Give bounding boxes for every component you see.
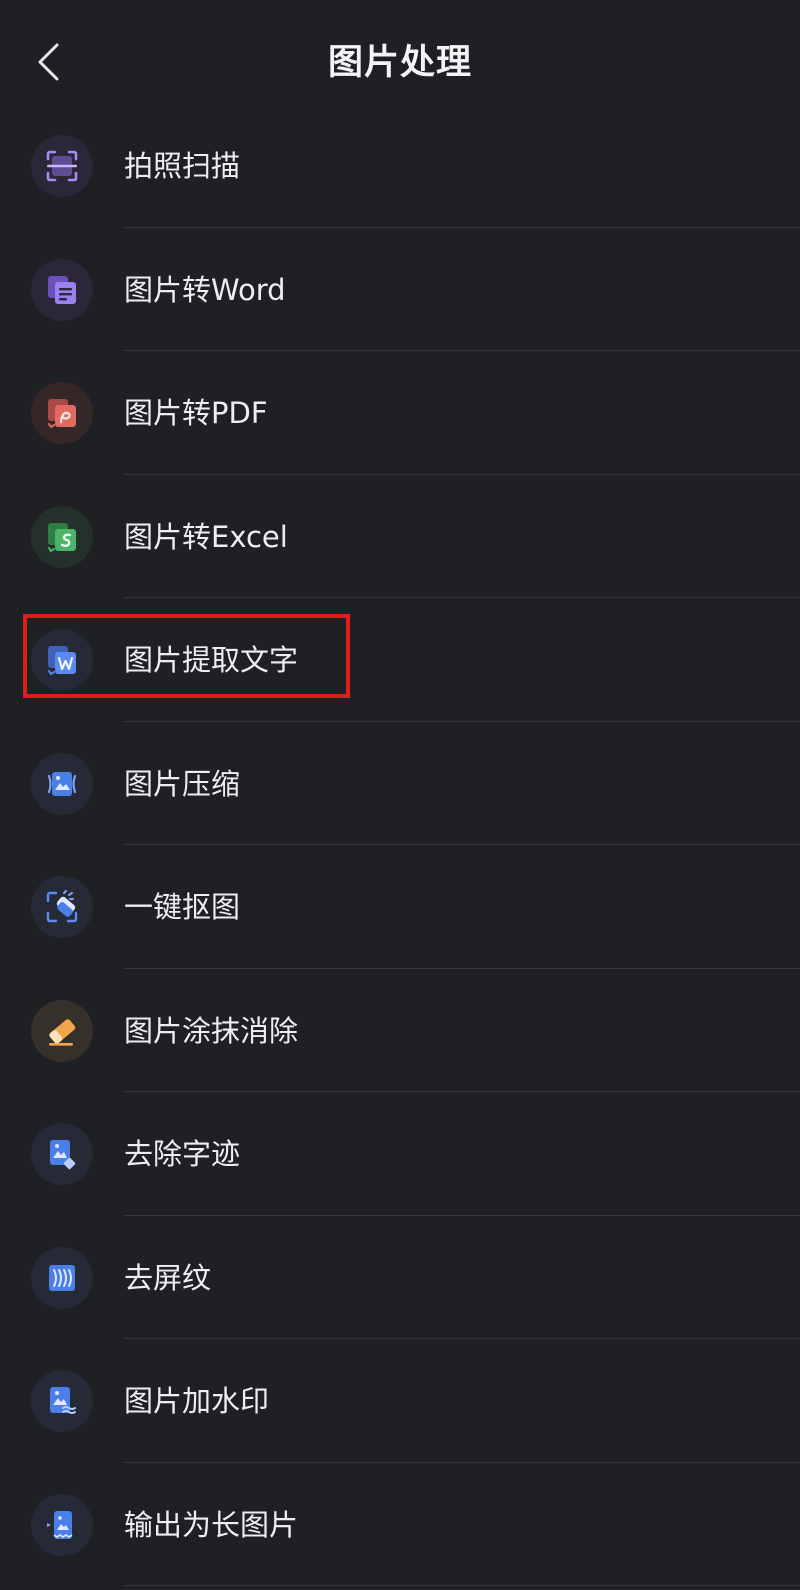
list-item-remove-moire[interactable]: 去屏纹 [0,1216,800,1339]
eraser-icon [45,1014,79,1048]
watermark-icon [45,1384,79,1418]
image-to-pdf-icon [45,396,79,430]
icon-badge [31,135,93,197]
remove-moire-icon [45,1261,79,1295]
cutout-icon [45,890,79,924]
image-to-word-icon [45,273,79,307]
list-item-label: 图片涂抹消除 [124,1013,299,1048]
list-item-label: 图片加水印 [124,1384,270,1418]
icon-badge [31,1123,93,1185]
icon-badge [31,505,93,568]
list-item-extract-text[interactable]: 图片提取文字 [0,598,800,722]
icon-badge [31,1493,93,1556]
icon-badge [31,876,93,938]
tool-list: 拍照扫描 图片转Word 图片转PDF 图片转Excel 图片提取文字 图片压缩… [0,104,800,1586]
list-item-compress-image[interactable]: 图片压缩 [0,722,800,845]
list-item-long-image[interactable]: 输出为长图片 [0,1463,800,1586]
page-title: 图片处理 [327,43,472,83]
list-item-scan[interactable]: 拍照扫描 [0,104,800,228]
icon-badge [31,1370,93,1432]
list-item-cutout[interactable]: 一键抠图 [0,845,800,969]
list-item-eraser[interactable]: 图片涂抹消除 [0,969,800,1092]
icon-badge [31,1246,93,1309]
list-item-label: 输出为长图片 [124,1507,299,1542]
long-image-icon [45,1508,79,1542]
icon-badge [31,629,93,691]
list-item-label: 图片转Excel [124,519,288,554]
scan-icon [45,149,79,183]
list-item-label: 一键抠图 [124,890,241,924]
list-item-image-to-pdf[interactable]: 图片转PDF [0,351,800,475]
image-to-excel-icon [45,520,79,554]
icon-badge [31,258,93,321]
list-item-label: 去除字迹 [124,1137,241,1171]
list-item-label: 图片提取文字 [124,643,299,677]
list-item-label: 图片转Word [124,272,286,307]
remove-handwriting-icon [45,1137,79,1171]
list-item-image-to-word[interactable]: 图片转Word [0,228,800,351]
icon-badge [31,382,93,444]
extract-text-icon [45,643,79,677]
compress-image-icon [45,767,79,801]
list-item-label: 拍照扫描 [124,149,241,183]
list-item-remove-handwriting[interactable]: 去除字迹 [0,1092,800,1216]
icon-badge [31,999,93,1062]
list-item-label: 图片转PDF [124,396,268,430]
icon-badge [31,752,93,815]
list-item-image-to-excel[interactable]: 图片转Excel [0,475,800,598]
list-item-label: 去屏纹 [124,1260,212,1295]
list-item-label: 图片压缩 [124,766,241,801]
list-item-watermark[interactable]: 图片加水印 [0,1339,800,1463]
divider [124,1585,800,1586]
